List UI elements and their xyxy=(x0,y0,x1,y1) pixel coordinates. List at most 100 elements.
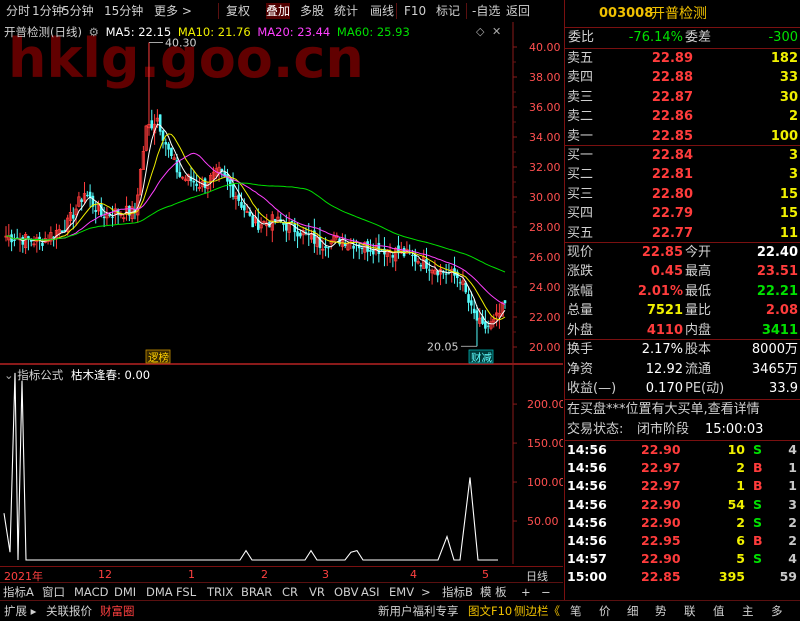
indicator-tab[interactable]: 窗口 xyxy=(42,584,65,600)
dropdown-icon[interactable]: ⌄ xyxy=(4,368,14,382)
indicator-tab[interactable]: − xyxy=(541,584,551,600)
date-tick-label: 4 xyxy=(410,568,417,581)
quote-value: 22.40 xyxy=(756,245,798,260)
order-row[interactable]: 卖四 22.88 33 xyxy=(565,68,800,88)
toolbar-item[interactable]: 1分钟 xyxy=(32,3,64,19)
toolbar-item[interactable]: 更多 > xyxy=(154,3,192,19)
weibi-label: 委比 xyxy=(568,30,595,45)
order-row[interactable]: 卖五 22.89 182 xyxy=(565,49,800,69)
candle-body xyxy=(299,232,302,237)
chart-title: 开普检测(日线) xyxy=(4,25,82,39)
candle-body xyxy=(41,242,44,246)
indicator-tab[interactable]: DMA xyxy=(146,584,173,600)
indicator-tab[interactable]: OBV xyxy=(334,584,358,600)
tick-count: 4 xyxy=(788,551,797,567)
tick-price: 22.90 xyxy=(641,442,681,457)
toolbar-item[interactable]: 分时 xyxy=(6,3,30,19)
bottom-right-item[interactable]: 侧边栏《 xyxy=(514,603,560,619)
bottom-right-item[interactable]: 值 xyxy=(713,603,725,619)
price-tick-label: 36.00 xyxy=(529,101,561,114)
indicator-tab[interactable]: EMV xyxy=(389,584,414,600)
tick-row[interactable]: 14:56 22.97 1 B 1 xyxy=(565,477,800,495)
candle-body xyxy=(94,210,98,212)
toolbar-item[interactable]: 5分钟 xyxy=(62,3,94,19)
bottom-left-item[interactable]: 财富圈 xyxy=(100,603,135,619)
indicator-tab[interactable]: MACD xyxy=(74,584,108,600)
order-row[interactable]: 买二 22.81 3 xyxy=(565,165,800,185)
toolbar-item[interactable]: 画线 xyxy=(370,3,394,19)
order-row[interactable]: 卖一 22.85 100 xyxy=(565,127,800,147)
bottom-left-item[interactable]: 关联报价 xyxy=(46,603,92,619)
fund-value: 3465万 xyxy=(751,361,798,377)
bottom-right-item[interactable]: 势 xyxy=(655,603,667,619)
toolbar-separator xyxy=(466,3,467,19)
tick-time: 15:00 xyxy=(567,569,607,585)
tick-row[interactable]: 14:57 22.90 5 S 4 xyxy=(565,550,800,568)
toolbar-item[interactable]: 叠加 xyxy=(266,3,291,19)
order-row[interactable]: 卖二 22.86 2 xyxy=(565,107,800,127)
order-row[interactable]: 卖三 22.87 30 xyxy=(565,88,800,108)
close-icon[interactable]: ✕ xyxy=(492,25,501,38)
toolbar-item[interactable]: 多股 xyxy=(300,3,324,19)
indicator-tab[interactable]: BRAR xyxy=(241,584,272,600)
order-row[interactable]: 买五 22.77 11 xyxy=(565,224,800,244)
stock-code: 003008 xyxy=(599,6,654,21)
candle-body xyxy=(484,321,487,329)
bottom-right-item[interactable]: 细 xyxy=(627,603,639,619)
tick-row[interactable]: 14:56 22.90 10 S 4 xyxy=(565,441,800,459)
toolbar-item[interactable]: 统计 xyxy=(334,3,358,19)
toolbar-item[interactable]: 复权 xyxy=(226,3,250,19)
tick-row[interactable]: 14:56 22.90 54 S 3 xyxy=(565,496,800,514)
fund-value: 8000万 xyxy=(751,342,798,357)
tick-row[interactable]: 14:56 22.97 2 B 1 xyxy=(565,459,800,477)
order-price: 22.79 xyxy=(651,206,693,222)
bottom-right-item[interactable]: 价 xyxy=(599,603,611,619)
quote-value: 2.08 xyxy=(765,303,798,319)
indicator-tab[interactable]: TRIX xyxy=(207,584,233,600)
tick-time: 14:56 xyxy=(567,514,607,530)
candle-body xyxy=(324,246,327,249)
indicator-tab[interactable]: 指标A xyxy=(3,584,34,600)
indicator-tab[interactable]: + xyxy=(521,584,531,600)
diamond-icon[interactable]: ◇ xyxy=(476,25,484,38)
tick-row[interactable]: 14:56 22.95 6 B 2 xyxy=(565,532,800,550)
bottom-right-item[interactable]: 多 xyxy=(771,603,783,619)
toolbar-item[interactable]: 返回 xyxy=(506,3,530,19)
tick-row[interactable]: 14:56 22.90 2 S 2 xyxy=(565,514,800,532)
toolbar-item[interactable]: -自选 xyxy=(472,3,500,19)
indicator-tab[interactable]: VR xyxy=(309,584,325,600)
toolbar-item[interactable]: F10 xyxy=(404,3,426,19)
candle-body xyxy=(296,231,299,237)
bottom-left-item[interactable]: 扩展 ▸ xyxy=(4,603,36,619)
order-row[interactable]: 买一 22.84 3 xyxy=(565,146,800,166)
bottom-right-item[interactable]: 联 xyxy=(684,603,696,619)
bottom-right-item[interactable]: 新用户福利专享 xyxy=(378,603,459,619)
indicator-tab[interactable]: CR xyxy=(282,584,298,600)
event-tag-left[interactable]: 逻榜 xyxy=(145,349,171,364)
indicator-tab[interactable]: 指标B xyxy=(442,584,473,600)
toolbar-item[interactable]: 标记 xyxy=(436,3,460,19)
bottom-right-item[interactable]: 主 xyxy=(742,603,754,619)
toolbar-item[interactable]: 15分钟 xyxy=(104,3,143,19)
candle-body xyxy=(475,310,479,321)
indicator-tab[interactable]: DMI xyxy=(114,584,136,600)
kline-chart[interactable]: hklg.goo.cn 40.00 38.00 36.00 34.00 32.00 30.0… xyxy=(0,22,563,364)
notice-row[interactable]: 在买盘***位置有大买单,查看详情 xyxy=(565,400,800,420)
indicator-tab[interactable]: > xyxy=(421,584,431,600)
event-tag-right[interactable]: 财减 xyxy=(468,349,494,364)
indicator-chart[interactable]: 200.00 150.00 100.00 50.00 xyxy=(0,364,566,564)
bottom-right-item[interactable]: 笔 xyxy=(570,603,582,619)
tick-row[interactable]: 15:00 22.85 395 59 xyxy=(565,568,800,586)
bottom-right-item[interactable]: 图文F10 xyxy=(468,603,512,619)
indicator-tab[interactable]: 模 板 xyxy=(480,584,507,600)
order-row[interactable]: 买三 22.80 15 xyxy=(565,185,800,205)
kline-svg[interactable]: hklg.goo.cn 40.0038.0036.0034.0032.0030.0… xyxy=(0,22,563,364)
indicator-tab[interactable]: FSL xyxy=(176,584,196,600)
indicator-svg[interactable]: 200.00 150.00 100.00 50.00 xyxy=(0,364,566,564)
svg-text:财减: 财减 xyxy=(471,351,492,364)
settings-icon[interactable]: ⚙ xyxy=(89,25,99,39)
indicator-title[interactable]: 指标公式 xyxy=(17,368,63,382)
indicator-tab[interactable]: ASI xyxy=(361,584,380,600)
order-row[interactable]: 买四 22.79 15 xyxy=(565,204,800,224)
big-order-notice[interactable]: 在买盘***位置有大买单,查看详情 xyxy=(567,400,760,420)
